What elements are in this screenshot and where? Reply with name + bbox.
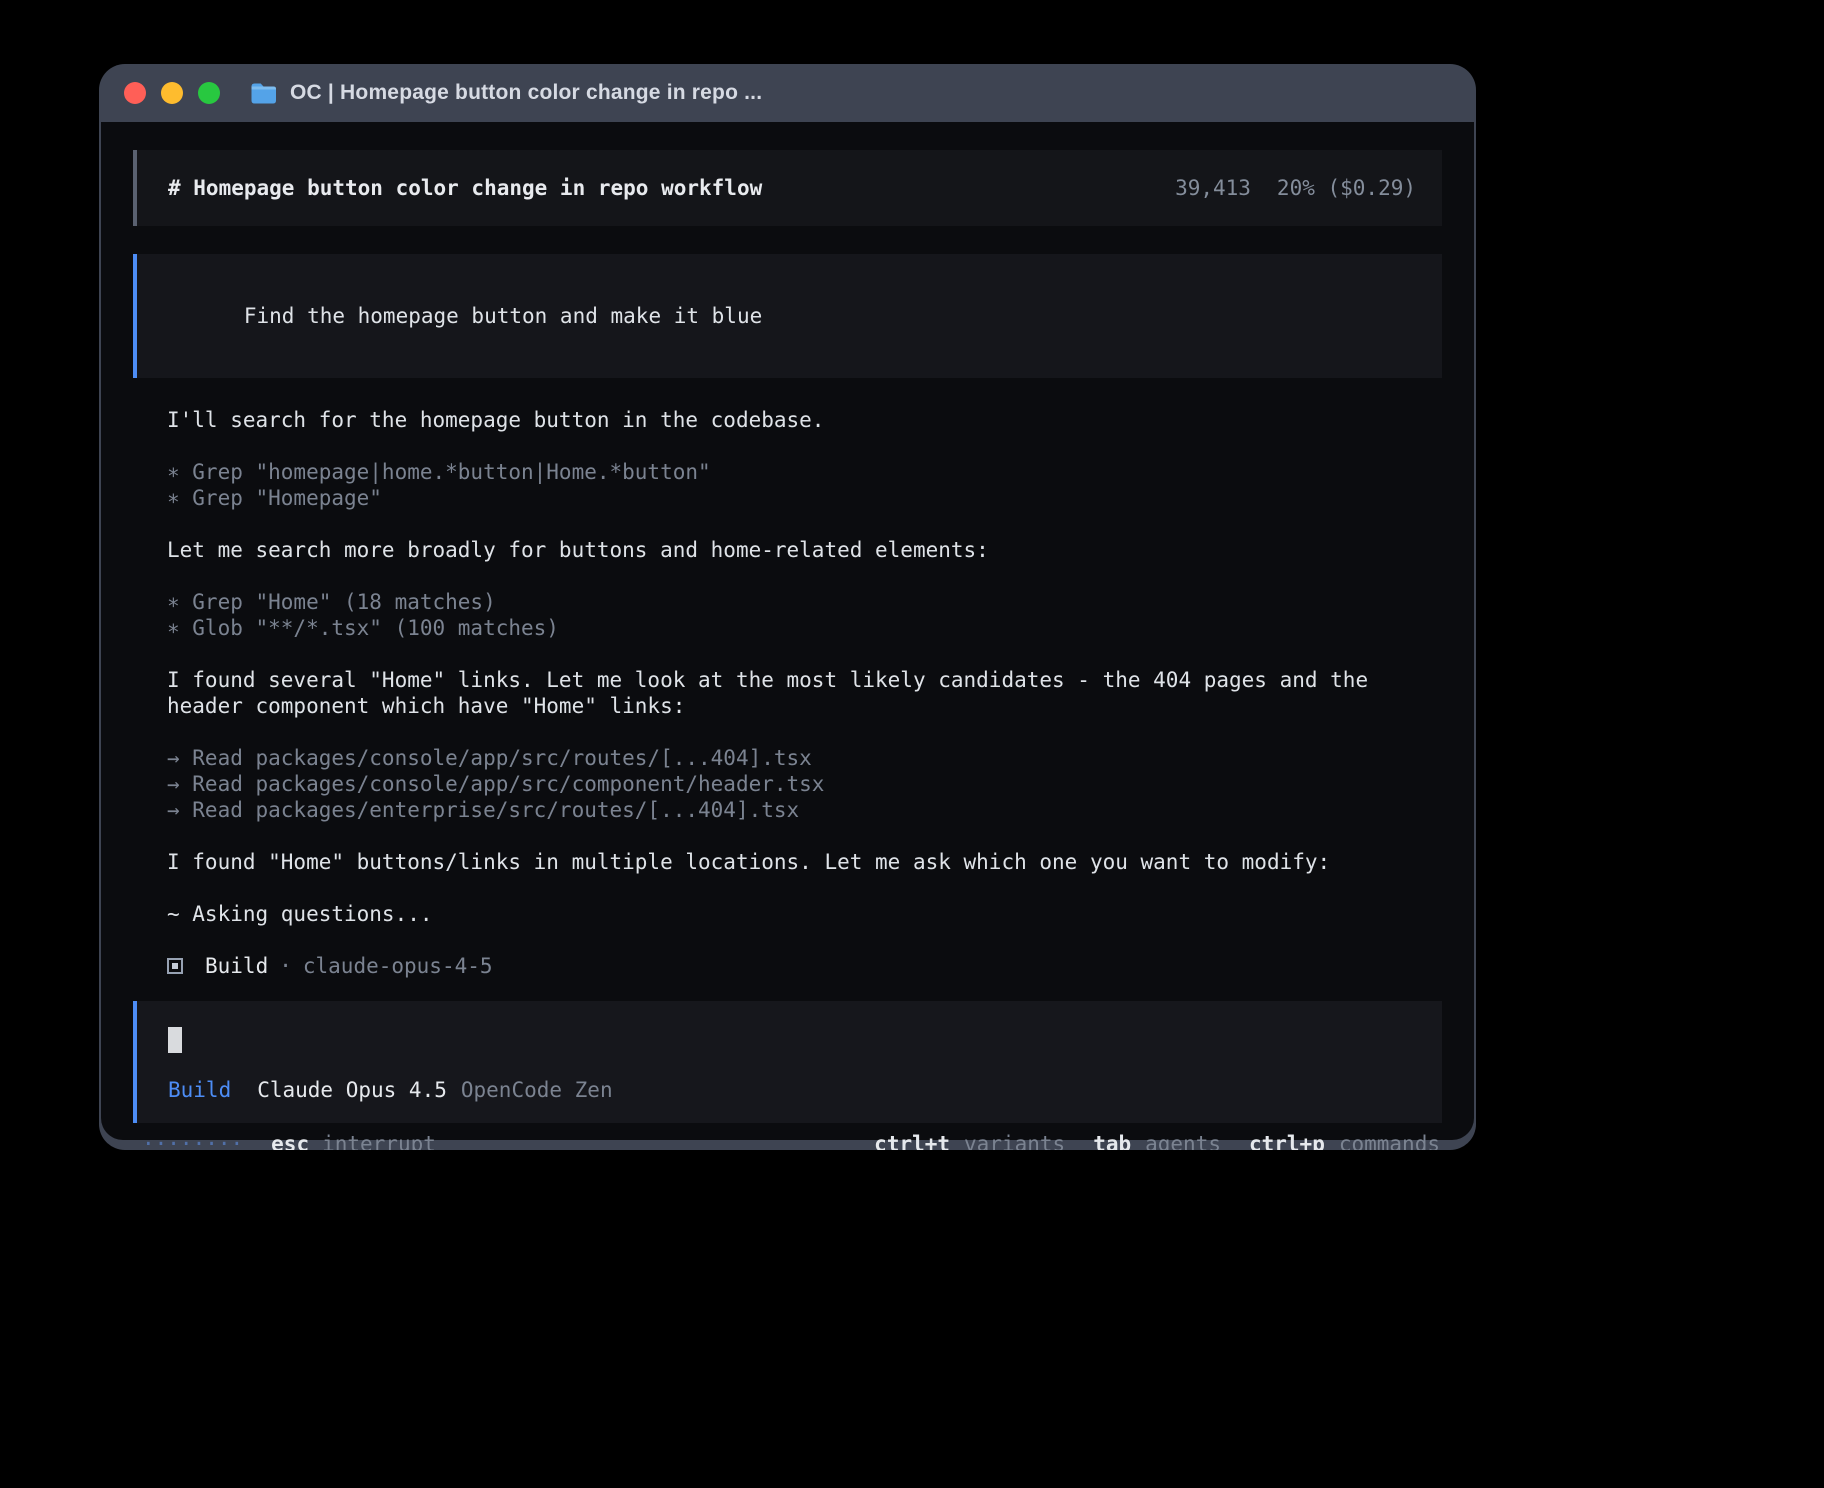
folder-icon	[250, 82, 277, 104]
transcript: I'll search for the homepage button in t…	[133, 407, 1442, 979]
tool-call-line: ∗ Grep "Home" (18 matches)	[167, 589, 1442, 615]
agent-status: Build · claude-opus-4-5	[167, 953, 1442, 979]
zoom-button[interactable]	[198, 82, 220, 104]
terminal-window: OC | Homepage button color change in rep…	[99, 64, 1476, 1150]
agent-name: Build	[205, 953, 268, 979]
context-usage: 20% ($0.29)	[1277, 175, 1416, 201]
shortcut-variants: ctrl+t variants	[874, 1131, 1065, 1150]
tool-call-line: ∗ Glob "**/*.tsx" (100 matches)	[167, 615, 1442, 641]
read-line: → Read packages/console/app/src/componen…	[167, 771, 1442, 797]
shortcut-commands: ctrl+p commands	[1249, 1131, 1440, 1150]
status-bar: ········ esc interrupt ctrl+t variants t…	[133, 1131, 1442, 1150]
agent-icon-dot	[172, 963, 178, 969]
terminal-content: # Homepage button color change in repo w…	[101, 122, 1474, 1140]
token-count: 39,413	[1175, 175, 1251, 201]
shortcut-agents-key: tab	[1093, 1131, 1131, 1150]
status-bar-left: ········ esc interrupt	[142, 1131, 436, 1150]
agent-icon	[167, 958, 183, 974]
assistant-text-broaden: Let me search more broadly for buttons a…	[167, 537, 1442, 563]
traffic-lights	[124, 82, 220, 104]
read-line: → Read packages/console/app/src/routes/[…	[167, 745, 1442, 771]
provider-label: OpenCode Zen	[461, 1077, 613, 1103]
model-label: Claude Opus 4.5	[257, 1077, 447, 1103]
session-header: # Homepage button color change in repo w…	[133, 150, 1442, 226]
shortcut-variants-label: variants	[964, 1131, 1065, 1150]
assistant-text-intro: I'll search for the homepage button in t…	[167, 407, 1442, 433]
assistant-text-candidates: I found several "Home" links. Let me loo…	[167, 667, 1442, 719]
asking-status: ~ Asking questions...	[167, 901, 1442, 927]
input-meta: Build Claude Opus 4.5 OpenCode Zen	[168, 1077, 1416, 1103]
status-bar-right: ctrl+t variants tab agents ctrl+p comman…	[874, 1131, 1440, 1150]
mode-label: Build	[168, 1077, 231, 1103]
tool-call-group-2: ∗ Grep "Home" (18 matches) ∗ Glob "**/*.…	[167, 589, 1442, 641]
assistant-text-ask: I found "Home" buttons/links in multiple…	[167, 849, 1442, 875]
session-title: # Homepage button color change in repo w…	[168, 175, 762, 201]
minimize-button[interactable]	[161, 82, 183, 104]
prompt-input[interactable]: Build Claude Opus 4.5 OpenCode Zen	[133, 1001, 1442, 1123]
shortcut-agents: tab agents	[1093, 1131, 1221, 1150]
agent-model: claude-opus-4-5	[303, 953, 493, 979]
shortcut-commands-key: ctrl+p	[1249, 1131, 1325, 1150]
tool-call-line: ∗ Grep "homepage|home.*button|Home.*butt…	[167, 459, 1442, 485]
user-message-text: Find the homepage button and make it blu…	[244, 304, 762, 328]
shortcut-esc-key: esc	[271, 1131, 309, 1150]
shortcut-commands-label: commands	[1339, 1131, 1440, 1150]
shortcut-esc-label: interrupt	[322, 1131, 436, 1150]
user-message: Find the homepage button and make it blu…	[133, 254, 1442, 378]
tool-call-line: ∗ Grep "Homepage"	[167, 485, 1442, 511]
tool-call-group-1: ∗ Grep "homepage|home.*button|Home.*butt…	[167, 459, 1442, 511]
agent-separator: ·	[279, 953, 292, 979]
read-call-group: → Read packages/console/app/src/routes/[…	[167, 745, 1442, 823]
spinner-dots: ········	[142, 1131, 243, 1150]
read-line: → Read packages/enterprise/src/routes/[.…	[167, 797, 1442, 823]
close-button[interactable]	[124, 82, 146, 104]
shortcut-agents-label: agents	[1145, 1131, 1221, 1150]
titlebar: OC | Homepage button color change in rep…	[99, 64, 1476, 122]
shortcut-variants-key: ctrl+t	[874, 1131, 950, 1150]
window-title: OC | Homepage button color change in rep…	[290, 81, 762, 105]
text-cursor	[168, 1027, 182, 1053]
session-meta: 39,413 20% ($0.29)	[1175, 175, 1416, 201]
